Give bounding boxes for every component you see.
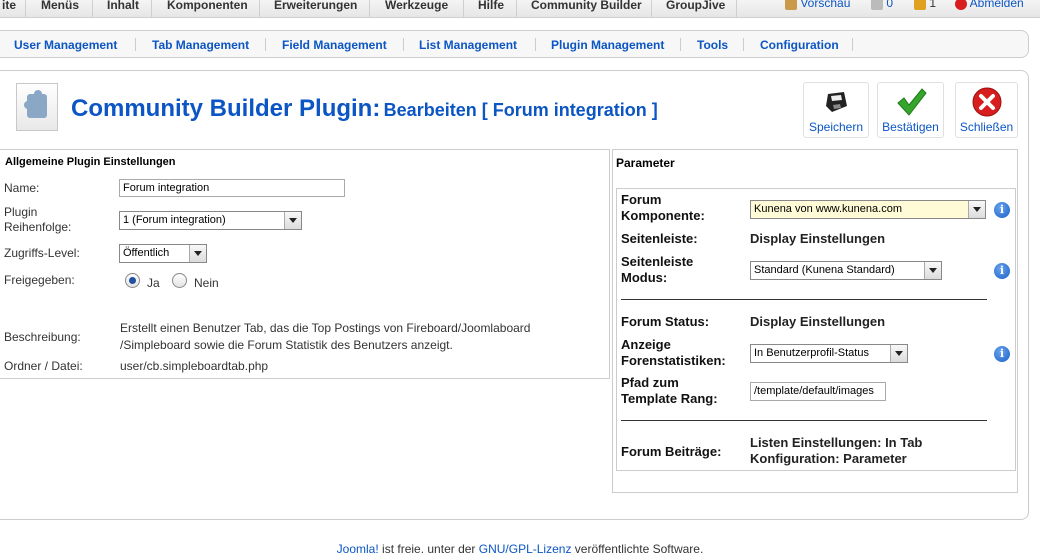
submenu-field-management[interactable]: Field Management bbox=[282, 38, 387, 52]
forum-component-label: Forum Komponente: bbox=[621, 192, 705, 223]
submenu-separator bbox=[403, 38, 404, 51]
submenu-plugin-management[interactable]: Plugin Management bbox=[551, 38, 664, 52]
logout-link[interactable]: Abmelden bbox=[955, 0, 1024, 10]
access-level-label: Zugriffs-Level: bbox=[4, 246, 80, 260]
general-settings-fieldset: Allgemeine Plugin Einstellungen Name: Fo… bbox=[0, 149, 610, 379]
description-label: Beschreibung: bbox=[4, 330, 81, 344]
close-button[interactable]: Schließen bbox=[955, 82, 1018, 138]
submenu-list-management[interactable]: List Management bbox=[419, 38, 517, 52]
forum-posts-label: Forum Beiträge: bbox=[621, 444, 722, 459]
submenu-separator bbox=[852, 38, 853, 51]
submenu-configuration[interactable]: Configuration bbox=[760, 38, 839, 52]
menu-item-site[interactable]: ite bbox=[2, 0, 26, 18]
folder-file-label: Ordner / Datei: bbox=[4, 359, 83, 373]
published-yes-radio[interactable] bbox=[125, 273, 140, 288]
menu-item-community-builder[interactable]: Community Builder bbox=[518, 0, 652, 18]
published-no-radio[interactable] bbox=[172, 273, 187, 288]
close-icon bbox=[972, 87, 1001, 117]
description-line-2: /Simpleboard sowie die Forum Statistik d… bbox=[120, 338, 453, 352]
sidebar-mode-label: Seitenleiste Modus: bbox=[621, 254, 694, 285]
forum-component-select[interactable]: Kunena von www.kunena.com bbox=[750, 200, 986, 219]
template-path-input[interactable]: /template/default/images bbox=[750, 382, 886, 401]
forum-posts-value-1: Listen Einstellungen: In Tab bbox=[750, 435, 923, 450]
submenu-tab-management[interactable]: Tab Management bbox=[152, 38, 249, 52]
show-stats-select[interactable]: In Benutzerprofil-Status bbox=[750, 344, 908, 363]
top-menu-bar: ite Menüs Inhalt Komponenten Erweiterung… bbox=[0, 0, 1040, 18]
submenu-user-management[interactable]: User Management bbox=[14, 38, 117, 52]
divider bbox=[621, 420, 987, 421]
description-line-1: Erstellt einen Benutzer Tab, das die Top… bbox=[120, 321, 531, 335]
menu-item-components[interactable]: Komponenten bbox=[153, 0, 260, 18]
floppy-disk-icon bbox=[826, 92, 847, 112]
info-icon[interactable]: i bbox=[994, 346, 1010, 362]
checkmark-icon bbox=[896, 88, 927, 116]
submenu-separator bbox=[743, 38, 744, 51]
forum-status-label: Forum Status: bbox=[621, 314, 710, 329]
info-icon[interactable]: i bbox=[994, 263, 1010, 279]
submenu-separator bbox=[535, 38, 536, 51]
sidebar-label: Seitenleiste: bbox=[621, 231, 698, 246]
access-level-select[interactable]: Öffentlich bbox=[119, 244, 207, 263]
folder-file-value: user/cb.simpleboardtab.php bbox=[120, 359, 269, 373]
chevron-down-icon bbox=[284, 212, 301, 229]
preview-icon bbox=[785, 0, 797, 10]
forum-status-value: Display Einstellungen bbox=[750, 314, 886, 329]
chevron-down-icon bbox=[189, 245, 206, 262]
submenu-tools[interactable]: Tools bbox=[697, 38, 728, 52]
name-input[interactable]: Forum integration bbox=[119, 179, 345, 197]
chevron-down-icon bbox=[924, 262, 941, 279]
page-title: Community Builder Plugin: Bearbeiten [ F… bbox=[71, 95, 658, 122]
menu-item-help[interactable]: Hilfe bbox=[465, 0, 517, 18]
menu-item-menus[interactable]: Menüs bbox=[27, 0, 93, 18]
logout-icon bbox=[955, 0, 967, 10]
parameters-fieldset: Parameter Forum Komponente: Kunena von ww… bbox=[612, 149, 1018, 493]
submenu-separator bbox=[680, 38, 681, 51]
forum-posts-value-2: Konfiguration: Parameter bbox=[750, 451, 907, 466]
submenu-bar: User Management Tab Management Field Man… bbox=[0, 30, 1029, 58]
messages-indicator[interactable]: 0 bbox=[871, 0, 893, 10]
info-icon[interactable]: i bbox=[994, 202, 1010, 218]
divider bbox=[621, 299, 987, 300]
name-label: Name: bbox=[4, 181, 40, 195]
menu-item-tools[interactable]: Werkzeuge bbox=[371, 0, 464, 18]
published-label: Freigegeben: bbox=[4, 273, 75, 287]
preview-link[interactable]: Vorschau bbox=[785, 0, 850, 10]
save-button[interactable]: Speichern bbox=[803, 82, 869, 138]
plugin-puzzle-icon bbox=[16, 83, 58, 131]
order-label: Plugin Reihenfolge: bbox=[4, 205, 72, 234]
sidebar-mode-select[interactable]: Standard (Kunena Standard) bbox=[750, 261, 942, 280]
mail-icon bbox=[871, 0, 883, 10]
users-icon bbox=[914, 0, 926, 10]
general-settings-legend: Allgemeine Plugin Einstellungen bbox=[5, 156, 176, 168]
sidebar-value: Display Einstellungen bbox=[750, 231, 886, 246]
apply-button[interactable]: Bestätigen bbox=[877, 82, 944, 138]
show-stats-label: Anzeige Forenstatistiken: bbox=[621, 337, 726, 368]
submenu-separator bbox=[265, 38, 266, 51]
submenu-separator bbox=[135, 38, 136, 51]
menu-item-groupjive[interactable]: GroupJive bbox=[653, 0, 737, 18]
chevron-down-icon bbox=[890, 345, 907, 362]
menu-item-extensions[interactable]: Erweiterungen bbox=[261, 0, 370, 18]
chevron-down-icon bbox=[968, 201, 985, 218]
parameters-legend: Parameter bbox=[616, 156, 675, 170]
users-indicator: 1 bbox=[914, 0, 936, 10]
parameters-table: Forum Komponente: Kunena von www.kunena.c… bbox=[616, 188, 1016, 471]
published-no-label: Nein bbox=[194, 276, 219, 290]
template-path-label: Pfad zum Template Rang: bbox=[621, 375, 718, 406]
main-panel: Community Builder Plugin: Bearbeiten [ F… bbox=[0, 70, 1029, 520]
published-yes-label: Ja bbox=[147, 276, 160, 290]
order-select[interactable]: 1 (Forum integration) bbox=[119, 211, 302, 230]
menu-item-content[interactable]: Inhalt bbox=[94, 0, 152, 18]
